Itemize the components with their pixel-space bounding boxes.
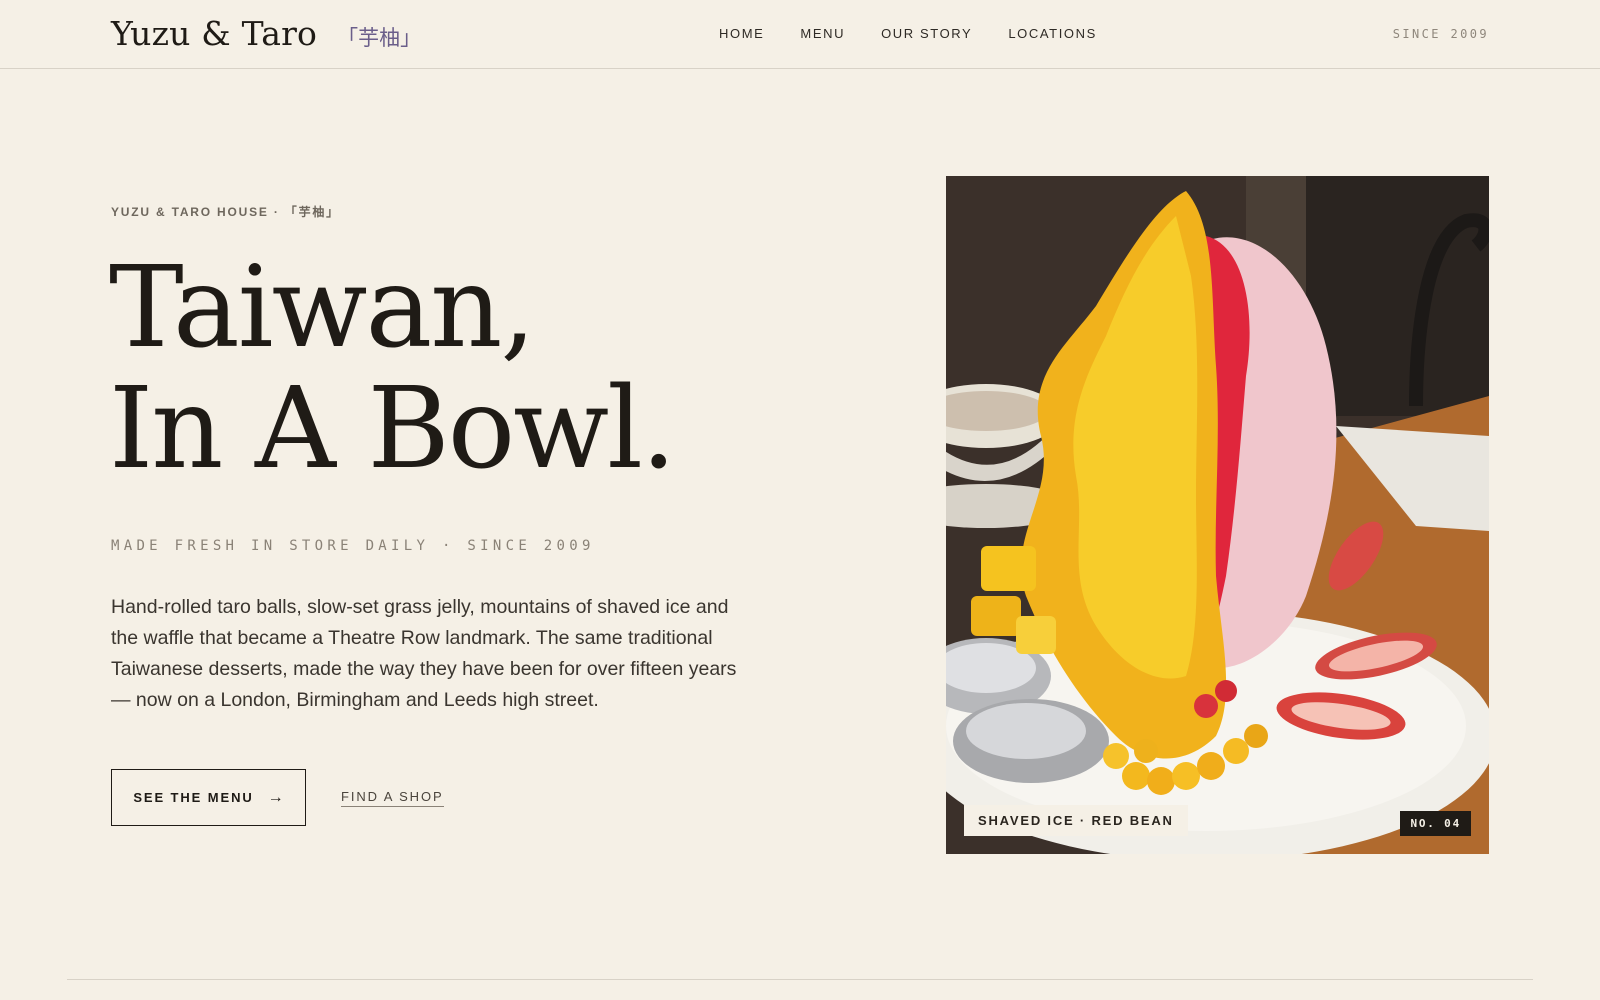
brand-cjk-mark: 「芋柚」 xyxy=(337,26,422,50)
section-divider xyxy=(67,979,1533,980)
hero-tagline: MADE FRESH IN STORE DAILY · SINCE 2009 xyxy=(111,538,595,554)
brand-logo[interactable]: Yuzu & Taro 「芋柚」 xyxy=(111,14,421,53)
headline-line-1: Taiwan, xyxy=(109,243,536,373)
hero-headline: Taiwan, In A Bowl. xyxy=(109,243,676,494)
nav-locations-link[interactable]: LOCATIONS xyxy=(1008,26,1097,41)
nav-our-story-link[interactable]: OUR STORY xyxy=(881,26,972,41)
nav-home-link[interactable]: HOME xyxy=(719,26,764,41)
hero-description: Hand-rolled taro balls, slow-set grass j… xyxy=(111,596,737,711)
find-a-shop-link[interactable]: FIND A SHOP xyxy=(341,789,444,807)
see-the-menu-label: SEE THE MENU xyxy=(133,790,254,805)
photo-number-badge: NO. 04 xyxy=(1400,811,1471,836)
site-header: Yuzu & Taro 「芋柚」 HOME MENU OUR STORY LOC… xyxy=(0,0,1600,69)
arrow-right-icon: → xyxy=(267,788,284,806)
nav-menu-link[interactable]: MENU xyxy=(800,26,845,41)
see-the-menu-button[interactable]: SEE THE MENU → xyxy=(111,769,306,826)
shaved-ice-dessert-image xyxy=(946,176,1489,854)
hero-photo: SHAVED ICE · RED BEAN NO. 04 xyxy=(946,176,1489,854)
since-label: SINCE 2009 xyxy=(1392,27,1489,41)
headline-line-2: In A Bowl. xyxy=(109,364,676,494)
hero-eyebrow: YUZU & TARO HOUSE · 「芋柚」 xyxy=(111,205,340,219)
photo-caption: SHAVED ICE · RED BEAN xyxy=(964,805,1188,836)
main-nav: HOME MENU OUR STORY LOCATIONS xyxy=(719,26,1133,41)
brand-name: Yuzu & Taro xyxy=(111,14,318,53)
